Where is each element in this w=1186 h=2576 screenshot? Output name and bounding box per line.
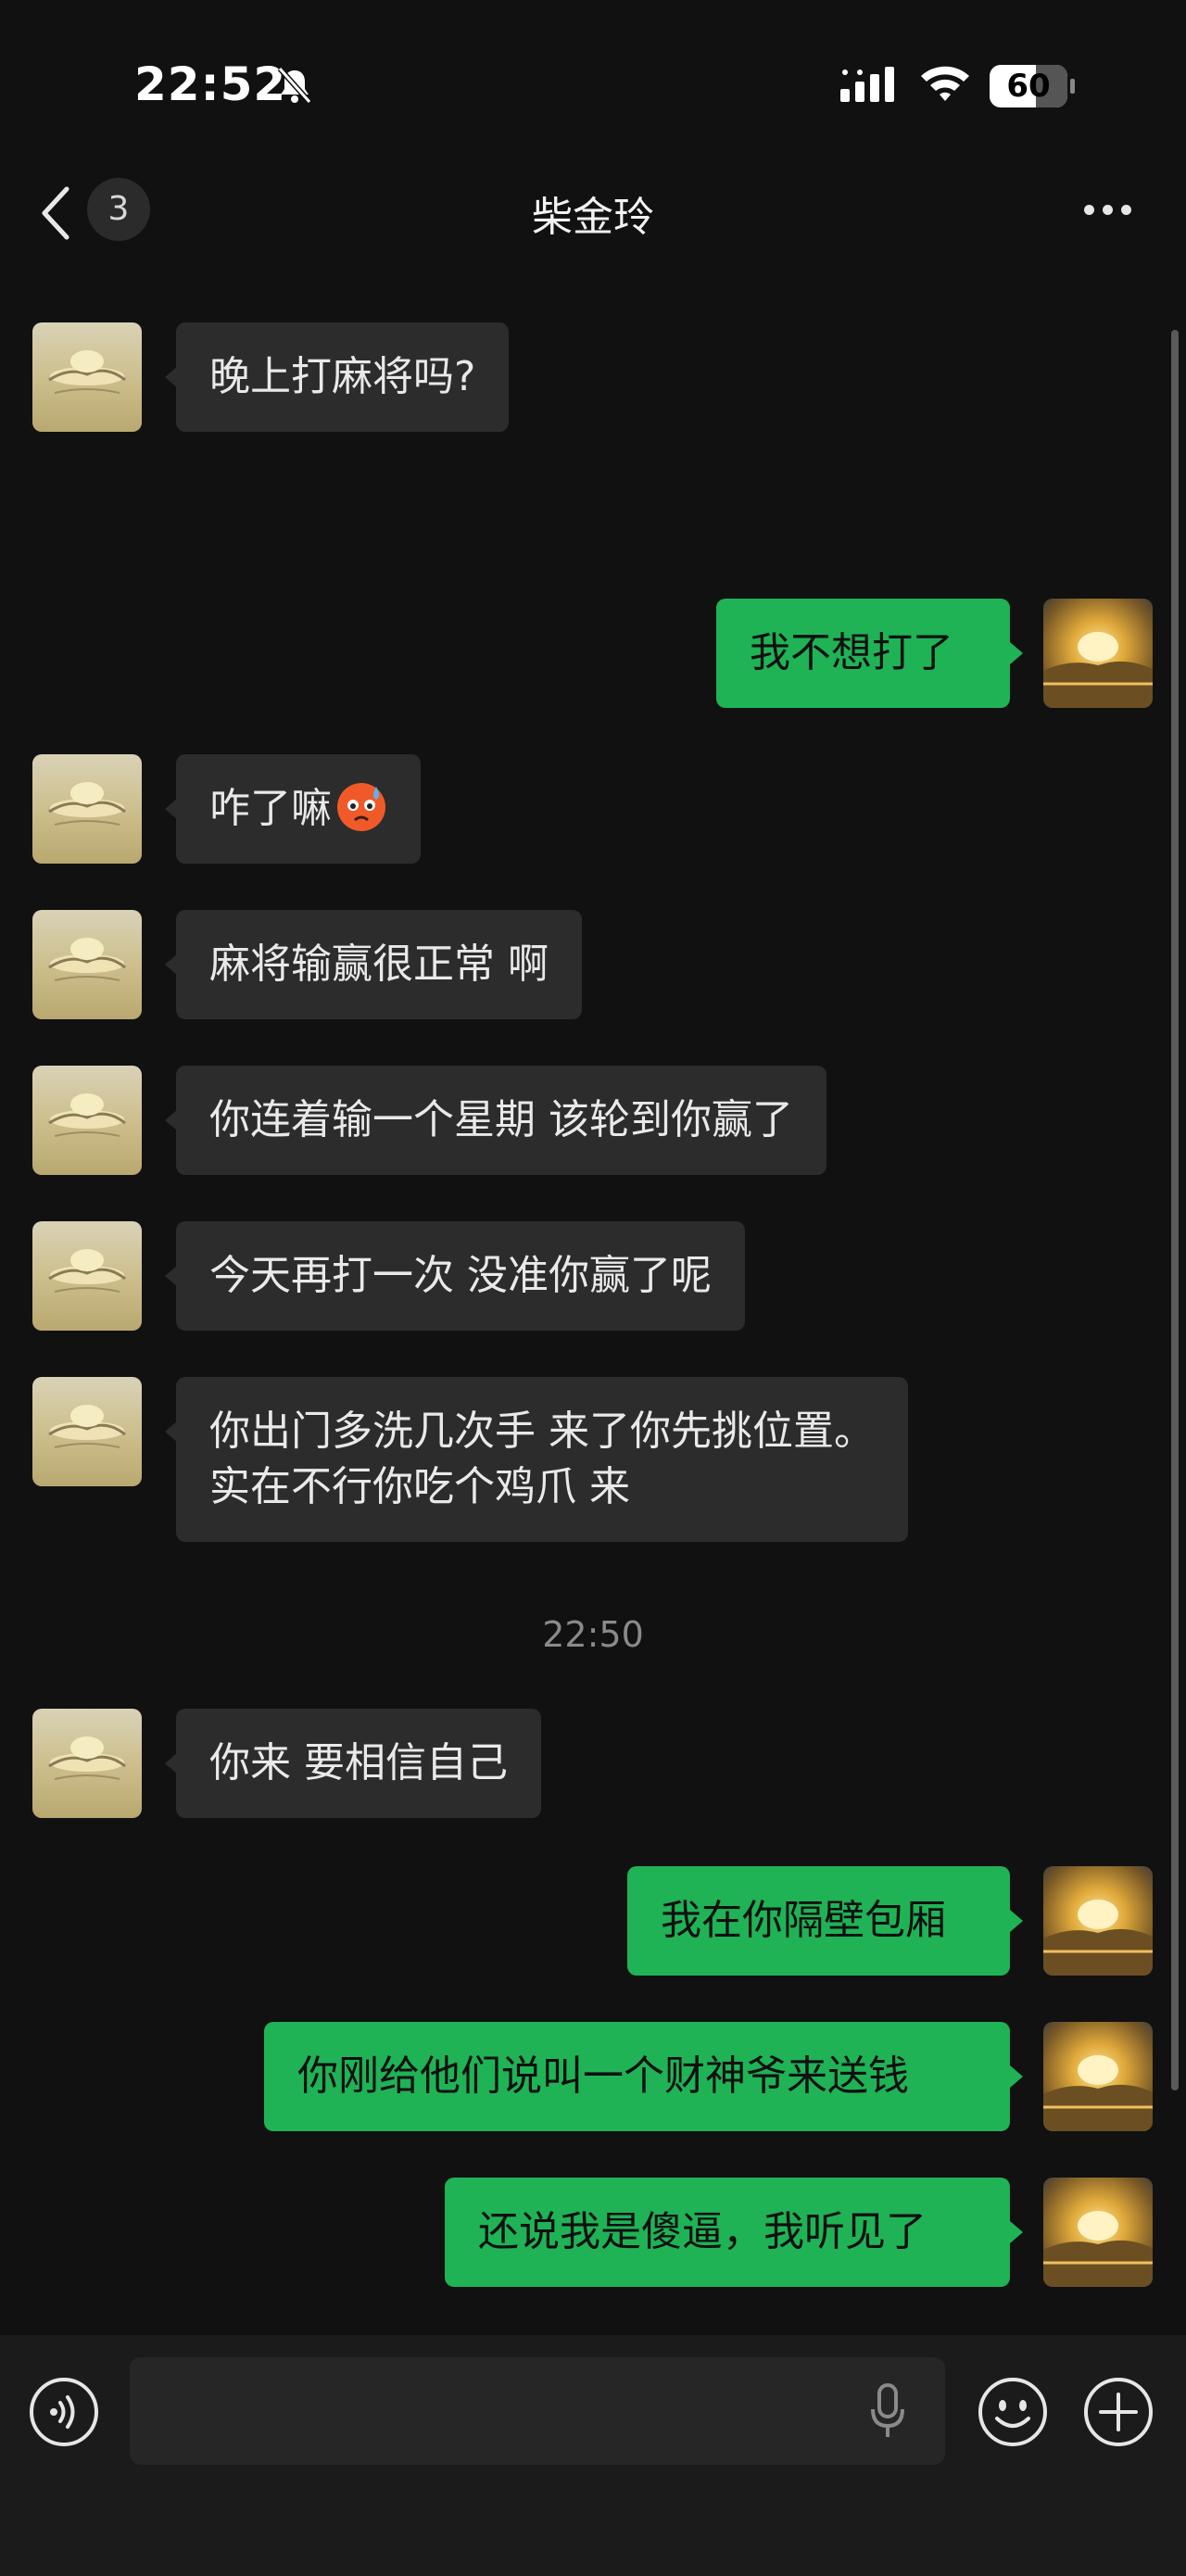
contact-avatar[interactable] [32,1709,142,1818]
status-time: 22:52 [134,57,287,111]
contact-avatar[interactable] [32,754,142,864]
more-dots-icon[interactable] [1080,199,1136,221]
message-bubble-incoming[interactable]: 你出门多洗几次手 来了你先挑位置。 实在不行你吃个鸡爪 来 [176,1377,908,1542]
message-text: 还说我是傻逼，我听见了 [478,2208,927,2255]
chevron-left-icon[interactable] [37,183,74,243]
time-divider: 22:50 [542,1614,644,1655]
battery-level: 60 [1006,68,1051,105]
contact-avatar[interactable] [32,1066,142,1175]
message-row: 今天再打一次 没准你赢了呢 [0,1221,1186,1331]
my-avatar[interactable] [1043,599,1153,708]
message-text: 咋了嘛 [209,785,332,832]
message-bubble-incoming[interactable]: 你来 要相信自己 [176,1709,541,1818]
message-text: 你来 要相信自己 [209,1739,508,1787]
microphone-icon[interactable] [869,2383,906,2441]
message-text: 晚上打麻将吗? [209,353,476,400]
my-avatar[interactable] [1043,2022,1153,2131]
battery-tip [1070,79,1075,94]
contact-avatar[interactable] [32,1377,142,1486]
message-bubble-outgoing[interactable]: 你刚给他们说叫一个财神爷来送钱 [264,2022,1010,2131]
message-row: 你出门多洗几次手 来了你先挑位置。 实在不行你吃个鸡爪 来 [0,1377,1186,1542]
message-bubble-outgoing[interactable]: 我不想打了 [716,599,1010,708]
message-text-line: 你出门多洗几次手 来了你先挑位置。 [209,1408,875,1455]
bell-muted-icon [277,67,312,104]
anxious-sweat-face-icon [337,783,385,831]
emoji-face-icon[interactable] [977,2376,1049,2448]
battery-indicator: 60 [990,65,1075,107]
message-row: 咋了嘛 [0,754,1186,864]
message-text: 你连着输一个星期 该轮到你赢了 [209,1096,793,1143]
message-row: 还说我是傻逼，我听见了 [0,2178,1186,2287]
message-row: 你来 要相信自己 [0,1709,1186,1818]
message-text-line: 实在不行你吃个鸡爪 来 [209,1463,630,1510]
message-row: 晚上打麻将吗? [0,322,1186,432]
message-input[interactable] [130,2357,945,2465]
message-row: 我在你隔壁包厢 [0,1866,1186,1976]
contact-avatar[interactable] [32,322,142,432]
contact-avatar[interactable] [32,910,142,1019]
message-bubble-incoming[interactable]: 晚上打麻将吗? [176,322,510,432]
message-row: 你刚给他们说叫一个财神爷来送钱 [0,2022,1186,2131]
message-text: 麻将输赢很正常 啊 [209,941,549,988]
my-avatar[interactable] [1043,2178,1153,2287]
message-bubble-incoming[interactable]: 你连着输一个星期 该轮到你赢了 [176,1066,826,1175]
bubble-tail [1010,1910,1023,1932]
status-bar: 22:52 60 [0,0,1186,139]
message-bubble-outgoing[interactable]: 还说我是傻逼，我听见了 [445,2178,1010,2287]
wifi-icon [921,66,969,101]
voice-mode-icon[interactable] [28,2376,100,2448]
message-row: 我不想打了 [0,599,1186,708]
bubble-tail [1010,2065,1023,2088]
back-unread-badge[interactable]: 3 [87,178,150,241]
message-text: 我不想打了 [750,629,953,676]
input-bar [0,2335,1186,2576]
chat-title: 柴金玲 [532,194,654,241]
message-row: 麻将输赢很正常 啊 [0,910,1186,1019]
message-bubble-incoming[interactable]: 今天再打一次 没准你赢了呢 [176,1221,745,1331]
message-row: 你连着输一个星期 该轮到你赢了 [0,1066,1186,1175]
plus-circle-icon[interactable] [1082,2376,1154,2448]
chat-scrollbar[interactable] [1171,330,1179,2090]
message-bubble-incoming[interactable]: 咋了嘛 [176,754,421,864]
message-text: 你刚给他们说叫一个财神爷来送钱 [297,2052,909,2100]
contact-avatar[interactable] [32,1221,142,1331]
bubble-tail [1010,2221,1023,2243]
battery-body: 60 [990,65,1067,107]
my-avatar[interactable] [1043,1866,1153,1976]
bubble-tail [1010,642,1023,664]
message-bubble-outgoing[interactable]: 我在你隔壁包厢 [627,1866,1010,1976]
cellular-signal-icon [840,67,894,102]
message-bubble-incoming[interactable]: 麻将输赢很正常 啊 [176,910,582,1019]
message-text: 今天再打一次 没准你赢了呢 [209,1252,712,1299]
message-text: 我在你隔壁包厢 [661,1897,946,1944]
